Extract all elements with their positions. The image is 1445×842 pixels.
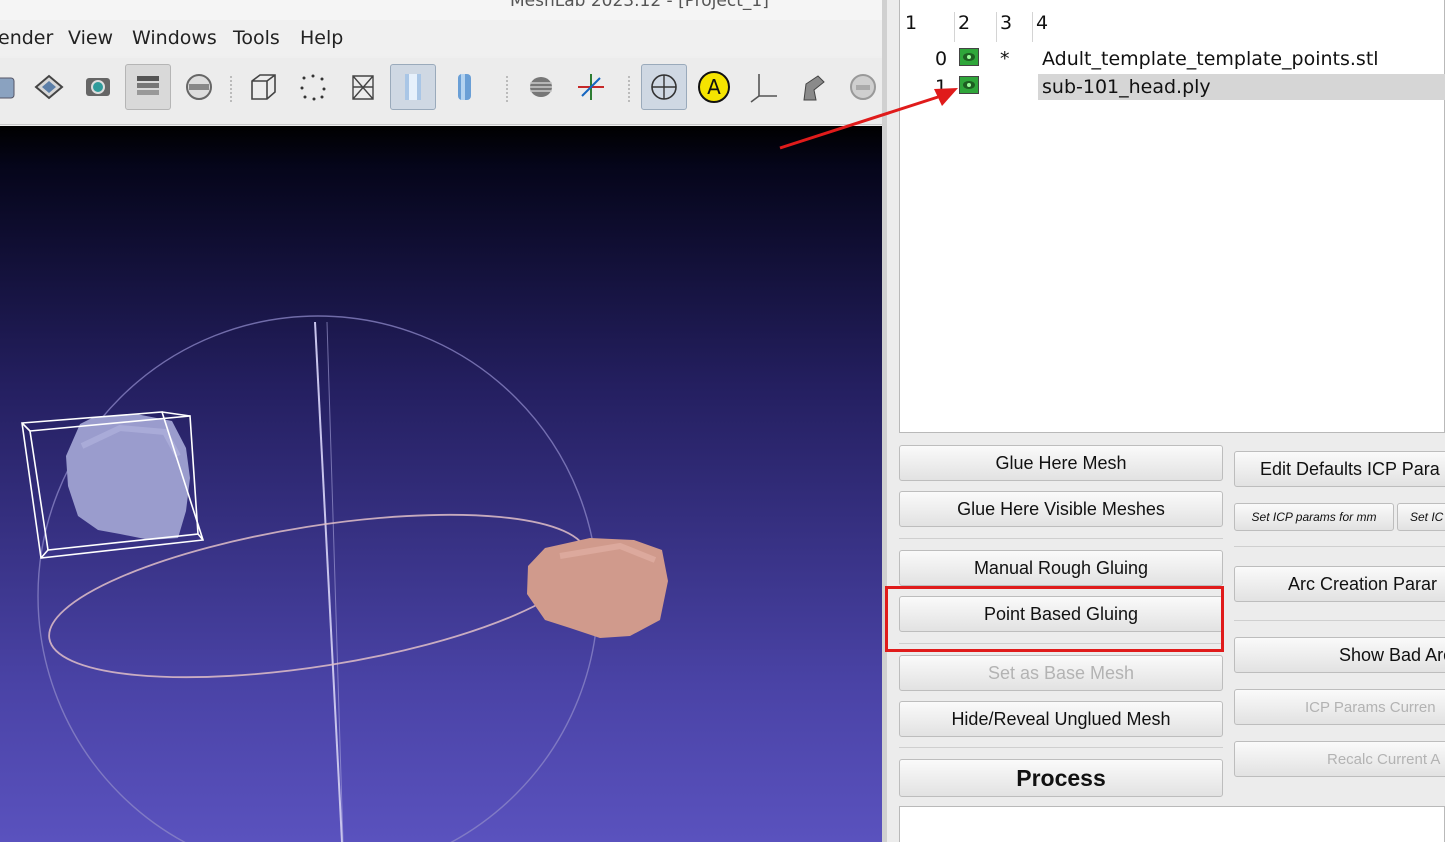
svg-text:A: A <box>707 75 721 99</box>
arc-creation-params-button[interactable]: Arc Creation Parar <box>1234 566 1445 602</box>
points-icon[interactable] <box>290 64 336 110</box>
save-icon[interactable] <box>0 64 26 110</box>
snapshot-icon[interactable] <box>75 64 121 110</box>
axis-icon[interactable] <box>741 64 787 110</box>
column-header-4[interactable]: 4 <box>1032 12 1445 42</box>
divider <box>1234 546 1445 547</box>
glue-here-visible-meshes-button[interactable]: Glue Here Visible Meshes <box>899 491 1223 527</box>
template-head-mesh <box>66 414 190 540</box>
base-mesh-marker: * <box>1000 48 1010 70</box>
column-header-2[interactable]: 2 <box>954 12 996 42</box>
recalc-current-arc-button[interactable]: Recalc Current A <box>1234 741 1445 777</box>
smooth-shading-icon[interactable] <box>441 64 487 110</box>
menu-help[interactable]: Help <box>300 27 343 49</box>
layer-index: 1 <box>935 76 948 98</box>
title-bar: MeshLab 2023.12 - [Project_1] <box>0 0 882 20</box>
raster-icon[interactable] <box>176 64 222 110</box>
visibility-eye-icon[interactable] <box>959 76 979 94</box>
flat-shading-icon[interactable] <box>390 64 436 110</box>
layers-icon[interactable] <box>125 64 171 110</box>
align-tool-panel: 1 2 3 4 0 * Adult_template_template_poin… <box>887 0 1445 842</box>
manual-rough-gluing-button[interactable]: Manual Rough Gluing <box>899 550 1223 586</box>
column-header-1[interactable]: 1 <box>902 12 954 42</box>
main-window: MeshLab 2023.12 - [Project_1] ender View… <box>0 0 882 842</box>
visibility-eye-icon[interactable] <box>959 48 979 66</box>
subject-head-mesh <box>527 538 668 638</box>
align-tool-icon[interactable] <box>790 64 836 110</box>
annotation-highlight-box <box>885 586 1224 652</box>
set-icp-params-other-button[interactable]: Set IC <box>1397 503 1445 531</box>
menu-render[interactable]: ender <box>0 27 53 49</box>
3d-viewport[interactable] <box>0 126 882 842</box>
bounding-box-icon[interactable] <box>240 64 286 110</box>
trackball-icon[interactable] <box>641 64 687 110</box>
icp-params-current-arc-button[interactable]: ICP Params Curren <box>1234 689 1445 725</box>
edit-defaults-icp-params-button[interactable]: Edit Defaults ICP Para <box>1234 451 1445 487</box>
hide-reveal-unglued-mesh-button[interactable]: Hide/Reveal Unglued Mesh <box>899 701 1223 737</box>
toolbar: A <box>0 58 882 125</box>
light-icon[interactable]: A <box>691 64 737 110</box>
set-icp-params-mm-button[interactable]: Set ICP params for mm <box>1234 503 1394 531</box>
layer-row-selected[interactable]: 1 sub-101_head.ply <box>900 74 1445 102</box>
axes-gizmo-icon[interactable] <box>568 64 614 110</box>
menu-bar: ender View Windows Tools Help <box>0 20 882 56</box>
wireframe-icon[interactable] <box>340 64 386 110</box>
menu-tools[interactable]: Tools <box>233 27 280 49</box>
divider <box>899 747 1223 748</box>
toolbar-separator <box>506 76 512 102</box>
trackball-vertical-axis <box>314 321 343 842</box>
layer-table: 1 2 3 4 0 * Adult_template_template_poin… <box>899 0 1445 433</box>
texture-icon[interactable] <box>518 64 564 110</box>
log-pane <box>899 806 1445 842</box>
toolbar-separator <box>230 76 236 102</box>
paint-bucket-icon[interactable] <box>26 64 72 110</box>
glue-here-mesh-button[interactable]: Glue Here Mesh <box>899 445 1223 481</box>
layer-row[interactable]: 0 * Adult_template_template_points.stl <box>900 46 1445 74</box>
toolbar-separator <box>628 76 634 102</box>
layer-index: 0 <box>935 48 948 70</box>
column-header-3[interactable]: 3 <box>996 12 1032 42</box>
set-as-base-mesh-button[interactable]: Set as Base Mesh <box>899 655 1223 691</box>
process-button[interactable]: Process <box>899 759 1223 797</box>
divider <box>899 538 1223 539</box>
divider <box>1234 620 1445 621</box>
show-bad-arcs-button[interactable]: Show Bad Arc <box>1234 637 1445 673</box>
menu-view[interactable]: View <box>68 27 113 49</box>
layer-name: sub-101_head.ply <box>1042 76 1211 98</box>
render-icon[interactable] <box>840 64 882 110</box>
menu-windows[interactable]: Windows <box>132 27 217 49</box>
window-title: MeshLab 2023.12 - [Project_1] <box>510 0 769 11</box>
layer-name: Adult_template_template_points.stl <box>1042 48 1379 70</box>
